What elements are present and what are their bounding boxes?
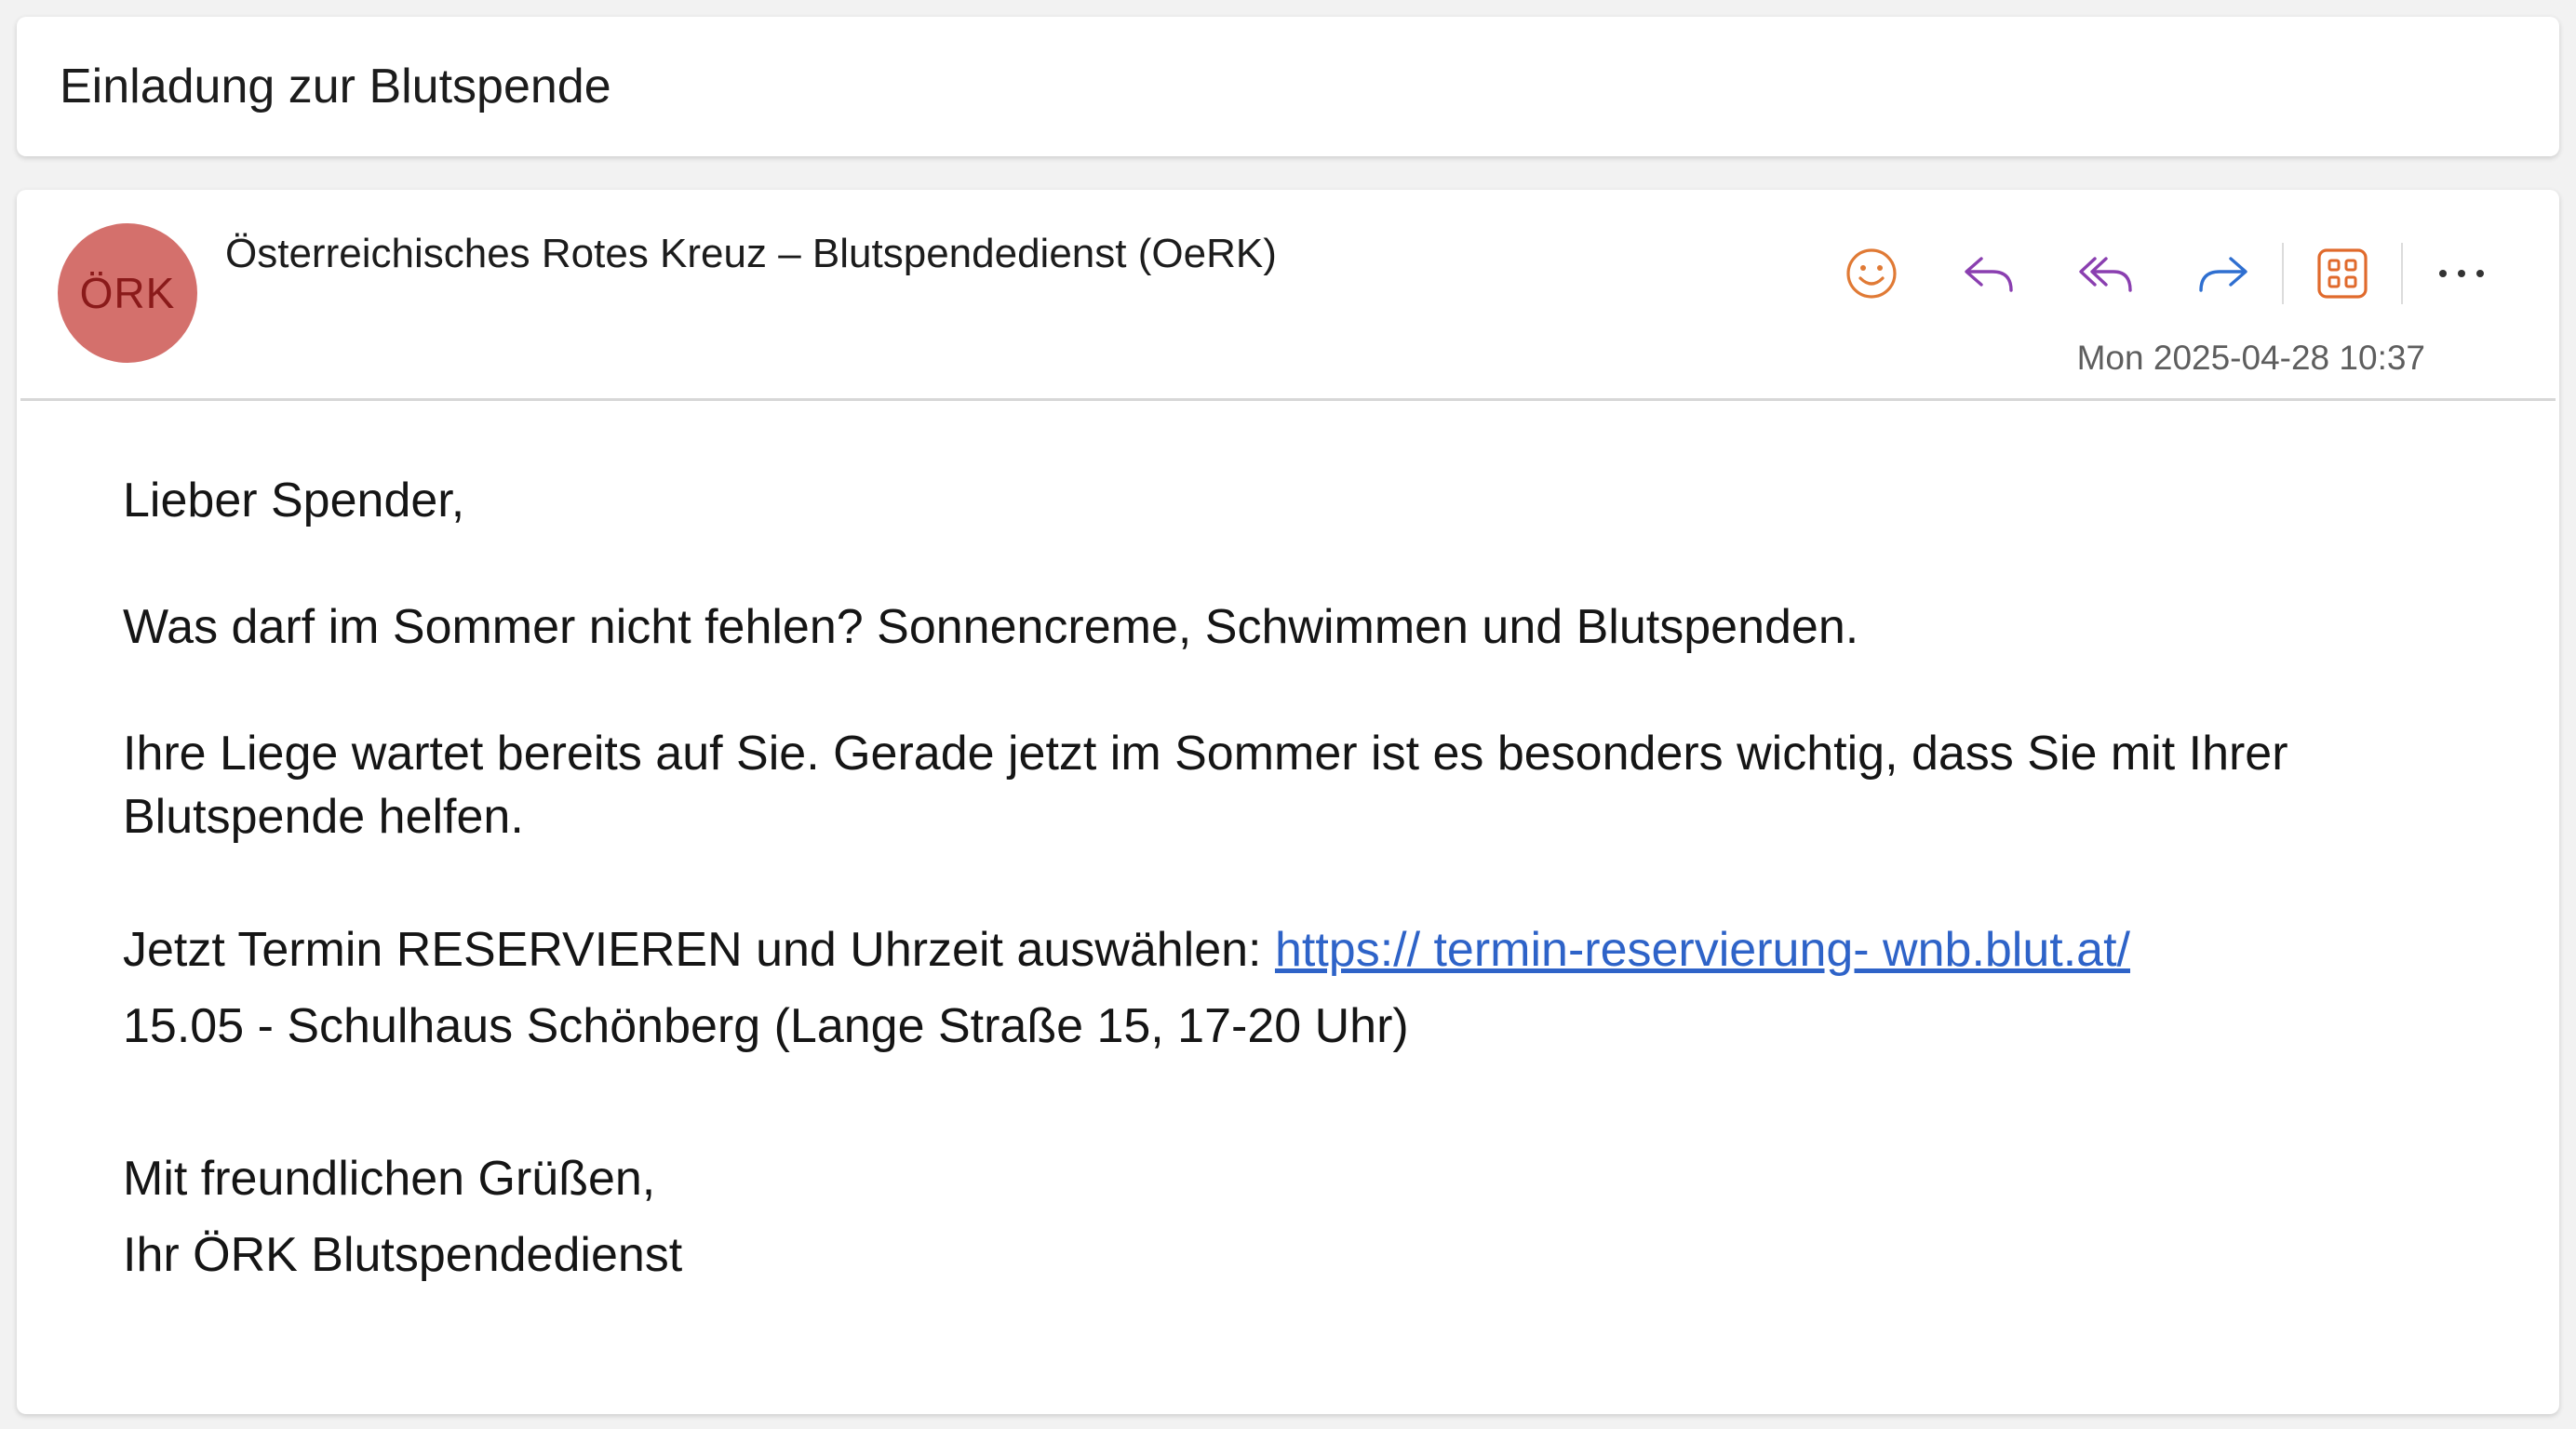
email-subject: Einladung zur Blutspende [60, 60, 611, 114]
forward-button[interactable] [2185, 236, 2261, 311]
reply-button[interactable] [1951, 236, 2027, 311]
body-paragraph: Was darf im Sommer nicht fehlen? Sonnenc… [123, 600, 1859, 654]
avatar[interactable]: ÖRK [58, 223, 197, 363]
apps-icon [2317, 248, 2368, 299]
message-body: Lieber Spender, Was darf im Sommer nicht… [123, 469, 2468, 1293]
cta-text: Jetzt Termin RESERVIEREN und Uhrzeit aus… [123, 923, 1275, 977]
reply-icon [1965, 257, 2013, 292]
avatar-initials: ÖRK [79, 269, 176, 317]
react-button[interactable] [1833, 236, 1910, 311]
more-icon [2439, 270, 2484, 277]
greeting: Lieber Spender, [123, 474, 465, 528]
forward-icon [2199, 257, 2247, 292]
apps-button[interactable] [2304, 236, 2381, 311]
subject-card: Einladung zur Blutspende [17, 17, 2559, 156]
more-options-button[interactable] [2423, 236, 2500, 311]
smiley-icon [1846, 248, 1897, 299]
signature: Ihr ÖRK Blutspendedienst [123, 1228, 683, 1282]
body-paragraph: Ihre Liege wartet bereits auf Sie. Gerad… [123, 727, 2288, 844]
cta-line: Jetzt Termin RESERVIEREN und Uhrzeit aus… [123, 912, 2468, 988]
message-card: ÖRK Österreichisches Rotes Kreuz – Bluts… [17, 190, 2559, 1414]
reservation-link[interactable]: https:// termin-reservierung- wnb.blut.a… [1275, 923, 2130, 977]
toolbar-separator [2282, 243, 2284, 304]
message-toolbar [1833, 236, 2500, 311]
header-divider [20, 398, 2556, 401]
sender-name[interactable]: Österreichisches Rotes Kreuz – Blutspend… [225, 231, 1277, 277]
closing: Mit freundlichen Grüßen, [123, 1152, 656, 1206]
message-timestamp: Mon 2025-04-28 10:37 [2076, 339, 2425, 377]
reply-all-icon [2079, 257, 2132, 292]
toolbar-separator [2401, 243, 2403, 304]
event-line: 15.05 - Schulhaus Schönberg (Lange Straß… [123, 999, 1409, 1053]
reply-all-button[interactable] [2068, 236, 2144, 311]
